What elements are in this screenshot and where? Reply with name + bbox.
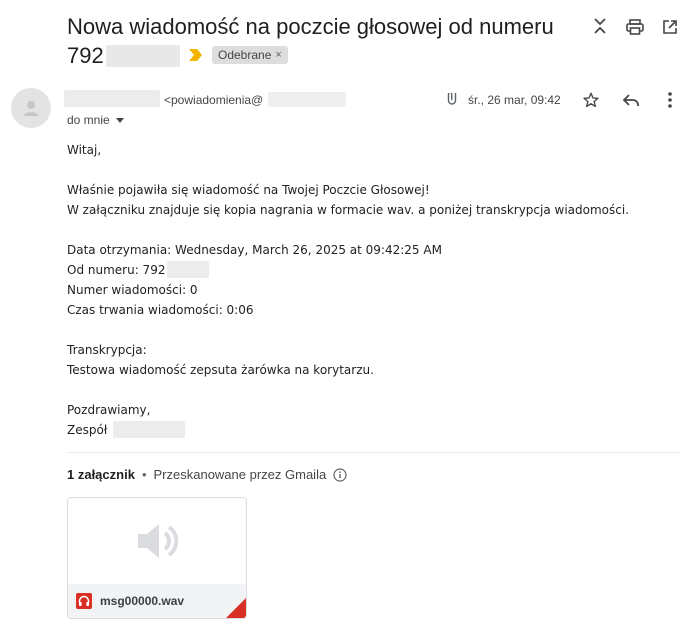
body-from-number-line: Od numeru: 792 (67, 260, 667, 280)
subject-number: 792 (67, 43, 104, 68)
body-team: Zespół (67, 423, 108, 437)
redacted-block (105, 45, 180, 67)
sender-avatar[interactable] (11, 88, 51, 128)
attachment-card[interactable]: msg00000.wav (67, 497, 247, 619)
subject-text: Nowa wiadomość na poczcie głosowej od nu… (67, 14, 554, 39)
open-new-window-icon[interactable] (660, 17, 680, 37)
paperclip-icon (443, 89, 463, 109)
attachment-corner-fold (226, 598, 246, 618)
body-from-number: Od numeru: 792 (67, 263, 166, 277)
label-remove-icon[interactable]: × (275, 46, 281, 64)
attachment-footer: msg00000.wav (68, 584, 246, 618)
redacted-sender-domain (268, 92, 346, 107)
attachments-count: 1 załącznik (67, 467, 135, 482)
body-transcription-label: Transkrypcja: (67, 343, 147, 357)
redacted-block (167, 261, 210, 278)
divider (67, 452, 680, 453)
body-regards: Pozdrawiamy, (67, 403, 151, 417)
info-icon[interactable] (333, 467, 347, 482)
attachment-preview (68, 498, 246, 584)
separator: • (141, 467, 147, 482)
importance-marker-icon[interactable] (189, 48, 203, 61)
body-line: W załączniku znajduje się kopia nagrania… (67, 203, 630, 217)
print-icon[interactable] (625, 17, 645, 37)
label-chip-inbox[interactable]: Odebrane × (212, 46, 288, 64)
recipient-details-toggle[interactable]: do mnie (67, 113, 124, 127)
recipient-label: do mnie (67, 113, 110, 127)
redacted-block (113, 421, 186, 438)
reply-icon[interactable] (621, 90, 641, 110)
scanned-by-gmail: Przeskanowane przez Gmaila (153, 467, 327, 482)
email-date: śr., 26 mar, 09:42 (468, 93, 561, 107)
body-line: Właśnie pojawiła się wiadomość na Twojej… (67, 183, 430, 197)
chevron-down-icon (115, 117, 124, 123)
body-message-number: Numer wiadomości: 0 (67, 283, 198, 297)
body-date-received: Data otrzymania: Wednesday, March 26, 20… (67, 243, 442, 257)
speaker-icon (138, 524, 179, 558)
attachments-header: 1 załącznik • Przeskanowane przez Gmaila (67, 467, 347, 482)
body-transcription: Testowa wiadomość zepsuta żarówka na kor… (67, 363, 374, 377)
label-chip-text: Odebrane (218, 48, 272, 62)
more-vert-icon[interactable] (660, 90, 680, 110)
sender-email[interactable]: <powiadomienia@ (164, 93, 263, 107)
redacted-sender-name (64, 90, 160, 107)
audio-file-icon (76, 593, 92, 609)
body-greeting: Witaj, (67, 143, 102, 157)
expand-collapse-icon[interactable] (590, 16, 610, 36)
email-subject: Nowa wiadomość na poczcie głosowej od nu… (67, 12, 587, 70)
body-duration: Czas trwania wiadomości: 0:06 (67, 303, 254, 317)
email-body: Witaj, Właśnie pojawiła się wiadomość na… (67, 140, 667, 440)
body-team-line: Zespół (67, 420, 667, 440)
attachment-filename: msg00000.wav (100, 594, 185, 608)
star-icon[interactable] (581, 90, 601, 110)
